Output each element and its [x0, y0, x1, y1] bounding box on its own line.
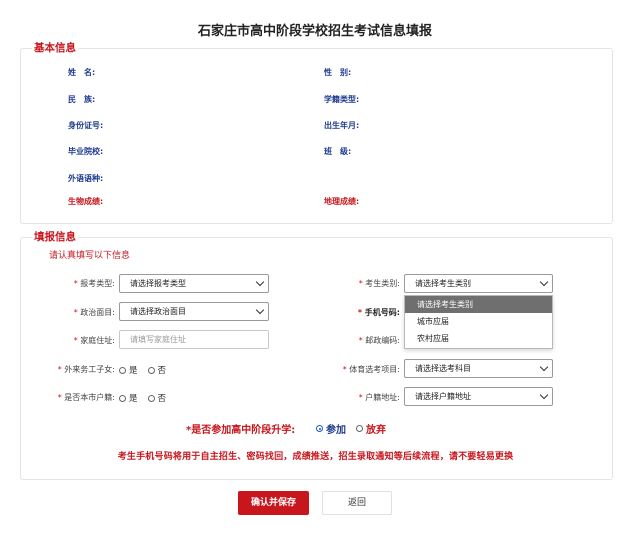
page-title: 石家庄市高中阶段学校招生考试信息填报 [197, 24, 432, 39]
chevron-down-icon [255, 277, 265, 287]
class-label: 班 级: [324, 147, 352, 156]
continue-study-question: *是否参加高中阶段升学: [186, 425, 296, 436]
birth-label: 出生年月: [324, 121, 360, 130]
migrant-child-yes[interactable]: 是 [119, 364, 138, 376]
pe-item-label: * 体育选考项目: [342, 365, 400, 374]
chevron-down-icon [539, 362, 549, 372]
political-status-select[interactable]: 请选择政治面目 [119, 302, 269, 321]
basic-info-panel [20, 48, 613, 224]
ethnicity-label: 民 族: [68, 95, 96, 104]
radio-selected-icon [316, 425, 323, 432]
local-hukou-radios: 是 否 [119, 392, 176, 404]
radio-icon [147, 366, 155, 374]
name-label: 姓 名: [68, 68, 96, 77]
radio-icon [356, 425, 363, 432]
fill-hint: 请认真填写以下信息 [49, 251, 131, 261]
dropdown-option[interactable]: 城市应届 [405, 313, 552, 330]
postal-code-label: * 邮政编码: [358, 336, 400, 345]
foreign-language-label: 外语语种: [68, 174, 104, 183]
phone-notice: 考生手机号码将用于自主招生、密码找回，成绩推送，招生录取通知等后续流程，请不要轻… [117, 452, 514, 462]
candidate-category-dropdown: 请选择考生类别 城市应届 农村应届 [404, 295, 553, 349]
local-hukou-label: * 是否本市户籍: [57, 393, 115, 402]
join-option[interactable]: 参加 [316, 421, 346, 436]
confirm-save-button[interactable]: 确认并保存 [238, 491, 309, 515]
local-hukou-no[interactable]: 否 [147, 392, 166, 404]
radio-icon [119, 394, 126, 402]
radio-icon [119, 366, 126, 374]
hukou-address-label: * 户籍地址: [358, 393, 400, 402]
back-button[interactable]: 返回 [322, 491, 392, 515]
political-status-label: * 政治面目: [73, 308, 115, 317]
abandon-option[interactable]: 放弃 [356, 421, 386, 436]
radio-icon [147, 394, 155, 402]
pe-item-select[interactable]: 请选择选考科目 [404, 359, 553, 378]
dropdown-option[interactable]: 请选择考生类别 [405, 296, 552, 313]
migrant-child-no[interactable]: 否 [147, 364, 166, 376]
dropdown-option[interactable]: 农村应届 [405, 330, 552, 347]
candidate-category-select[interactable]: 请选择考生类别 [404, 274, 553, 293]
home-address-label: * 家庭住址: [73, 336, 115, 345]
geography-score-label: 地理成绩: [324, 197, 360, 206]
home-address-input[interactable]: 请填写家庭住址 [119, 330, 269, 349]
student-status-label: 学籍类型: [324, 95, 360, 104]
basic-info-title: 基本信息 [32, 40, 78, 55]
exam-type-label: * 报考类型: [73, 279, 115, 288]
migrant-child-label: * 外来务工子女: [57, 365, 115, 374]
migrant-child-radios: 是 否 [119, 364, 176, 376]
candidate-category-label: * 考生类别: [358, 279, 400, 288]
school-label: 毕业院校: [68, 147, 104, 156]
gender-label: 性 别: [324, 68, 352, 77]
id-number-label: 身份证号: [68, 121, 104, 130]
hukou-address-select[interactable]: 请选择户籍地址 [404, 387, 553, 406]
fill-info-title: 填报信息 [32, 229, 78, 244]
phone-label: * 手机号码: [357, 308, 400, 317]
chevron-down-icon [255, 305, 265, 315]
local-hukou-yes[interactable]: 是 [119, 392, 138, 404]
exam-type-select[interactable]: 请选择报考类型 [119, 274, 269, 293]
chevron-down-icon [539, 390, 549, 400]
biology-score-label: 生物成绩: [68, 197, 104, 206]
chevron-down-icon [539, 277, 549, 287]
continue-study-radios: 参加 放弃 [316, 421, 396, 436]
